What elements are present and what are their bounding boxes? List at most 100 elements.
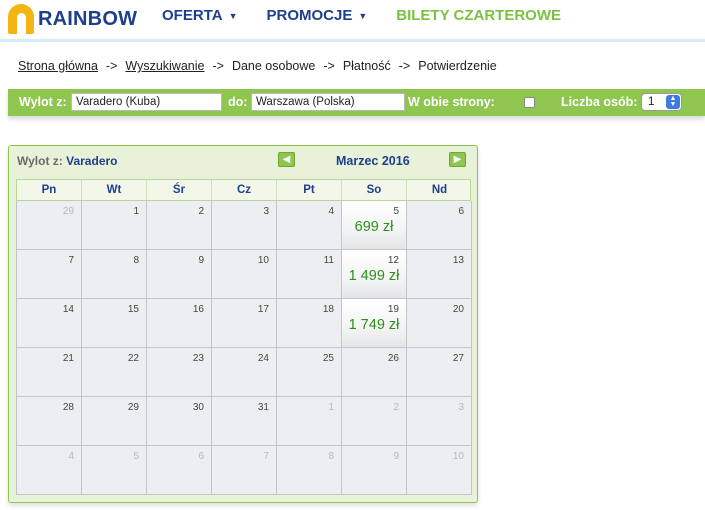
calendar-day: 17 [212, 299, 277, 348]
calendar-day: 25 [277, 348, 342, 397]
day-number: 12 [387, 255, 399, 266]
weekday-label: Pn [17, 180, 82, 200]
calendar-day: 16 [147, 299, 212, 348]
nav-item-label: PROMOCJE [266, 7, 353, 24]
weekday-label: Wt [82, 180, 147, 200]
breadcrumb-step-payment: Płatność [342, 59, 391, 73]
calendar-day-with-price[interactable]: 5 699 zł [342, 201, 407, 250]
nav-item-label: BILETY CZARTEROWE [396, 7, 561, 24]
day-number: 29 [127, 402, 139, 413]
day-number: 10 [257, 255, 269, 266]
day-number: 13 [452, 255, 464, 266]
day-number: 9 [198, 255, 204, 266]
day-number: 15 [127, 304, 139, 315]
calendar-day: 7 [212, 446, 277, 495]
calendar-day-with-price[interactable]: 19 1 749 zł [342, 299, 407, 348]
breadcrumb-link-home[interactable]: Strona główna [18, 59, 98, 73]
breadcrumb-separator: -> [398, 59, 411, 73]
day-number: 28 [62, 402, 74, 413]
day-number: 18 [322, 304, 334, 315]
nav-item-promocje[interactable]: PROMOCJE ▼ [266, 7, 367, 24]
day-number: 3 [458, 402, 464, 413]
brand-logo[interactable]: RAINBOW [8, 2, 137, 36]
day-number: 1 [133, 206, 139, 217]
calendar-day: 30 [147, 397, 212, 446]
brand-name: RAINBOW [38, 7, 138, 30]
caret-down-icon: ▼ [228, 10, 238, 21]
calendar-day: 31 [212, 397, 277, 446]
calendar-day: 11 [277, 250, 342, 299]
day-number: 7 [68, 255, 74, 266]
calendar-day: 20 [407, 299, 472, 348]
day-number: 2 [393, 402, 399, 413]
arrow-right-icon: ▶ [453, 154, 462, 165]
nav-item-oferta[interactable]: OFERTA ▼ [162, 7, 237, 24]
breadcrumb-separator: -> [212, 59, 224, 73]
breadcrumb-separator: -> [323, 59, 335, 73]
calendar-day: 23 [147, 348, 212, 397]
calendar-city: Varadero [66, 154, 118, 168]
calendar-day: 5 [82, 446, 147, 495]
persons-label: Liczba osób: [561, 95, 638, 109]
day-number: 19 [387, 304, 399, 315]
calendar-day: 3 [407, 397, 472, 446]
day-number: 5 [133, 451, 139, 462]
day-number: 25 [322, 353, 334, 364]
day-number: 31 [257, 402, 269, 413]
nav-item-label: OFERTA [162, 7, 223, 24]
select-arrows-icon: ▲ ▼ [666, 95, 680, 109]
day-number: 2 [198, 206, 204, 217]
breadcrumb-link-search[interactable]: Wyszukiwanie [125, 59, 204, 73]
day-price: 1 499 zł [348, 268, 400, 284]
day-number: 4 [328, 206, 334, 217]
breadcrumb-step-personal-data: Dane osobowe [231, 59, 316, 73]
calendar-day: 28 [17, 397, 82, 446]
day-number: 14 [62, 304, 74, 315]
weekday-label: Nd [431, 184, 448, 196]
calendar-title: Wylot z: Varadero [17, 154, 118, 168]
breadcrumb: Strona główna -> Wyszukiwanie -> Dane osobow… [18, 59, 497, 73]
arrow-left-icon: ◀ [282, 154, 291, 165]
to-input[interactable]: Warszawa (Polska) [251, 93, 405, 111]
day-number: 11 [323, 255, 334, 266]
day-number: 26 [387, 353, 399, 364]
day-number: 29 [62, 206, 74, 217]
calendar-day: 4 [277, 201, 342, 250]
calendar-month: Marzec 2016 [336, 154, 410, 168]
from-input[interactable]: Varadero (Kuba) [71, 93, 222, 111]
calendar-day: 6 [407, 201, 472, 250]
calendar-day: 3 [212, 201, 277, 250]
prev-month-button[interactable]: ◀ [278, 152, 295, 167]
day-number: 1 [328, 402, 334, 413]
weekday-label: Śr [147, 180, 212, 200]
calendar-day: 10 [407, 446, 472, 495]
calendar-day: 9 [147, 250, 212, 299]
calendar-day: 14 [17, 299, 82, 348]
calendar-day-with-price[interactable]: 12 1 499 zł [342, 250, 407, 299]
calendar-days: 29 1 2 3 4 5 699 zł 6 7 8 9 10 11 12 1 499 zł 13 14 15 16 1… [16, 201, 472, 495]
weekday-header-row: Pn Wt Śr Cz Pt So Nd [16, 179, 471, 201]
persons-select[interactable]: 1 ▲ ▼ [641, 93, 682, 111]
calendar-day: 10 [212, 250, 277, 299]
calendar-day: 24 [212, 348, 277, 397]
day-number: 27 [452, 353, 464, 364]
day-number: 4 [68, 451, 74, 462]
day-price: 1 749 zł [348, 317, 400, 333]
calendar-header: Wylot z: Varadero ◀ Marzec 2016 ▶ [9, 146, 477, 176]
day-number: 6 [458, 206, 464, 217]
calendar-day: 26 [342, 348, 407, 397]
day-number: 22 [127, 353, 139, 364]
day-number: 24 [257, 353, 269, 364]
calendar-grid: Pn Wt Śr Cz Pt So Nd 29 1 2 3 4 5 699 zł 6 7 8 9 10… [16, 179, 472, 495]
calendar-day: 6 [147, 446, 212, 495]
nav-item-bilety-czarterowe[interactable]: BILETY CZARTEROWE [396, 7, 561, 24]
day-number: 17 [257, 304, 269, 315]
day-number: 5 [393, 206, 399, 217]
calendar-day: 13 [407, 250, 472, 299]
day-number: 8 [328, 451, 334, 462]
rainbow-logo-icon [8, 4, 34, 34]
day-number: 30 [192, 402, 204, 413]
roundtrip-checkbox[interactable] [524, 97, 535, 108]
day-number: 3 [263, 206, 269, 217]
next-month-button[interactable]: ▶ [449, 152, 466, 167]
